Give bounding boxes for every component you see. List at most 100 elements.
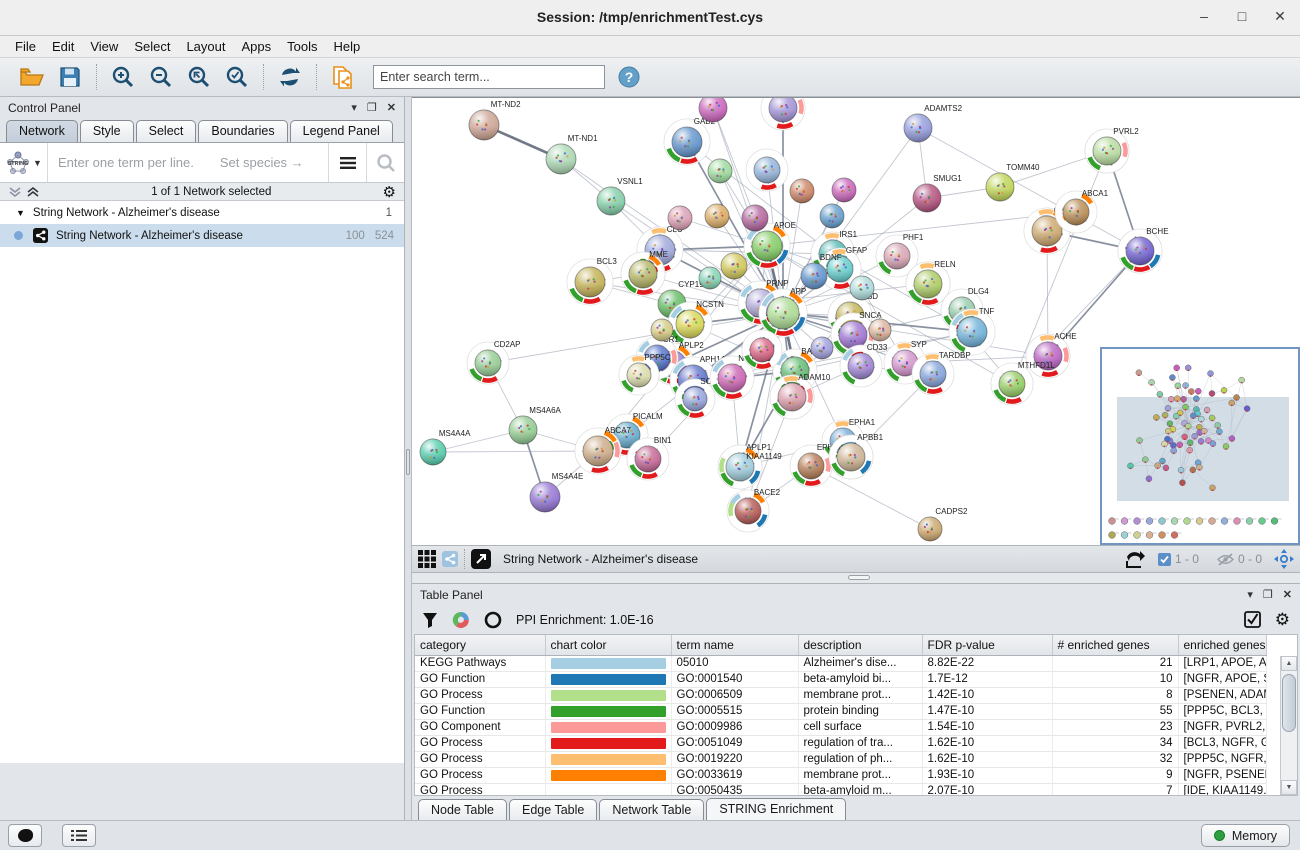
column-header[interactable]: # enriched genes <box>1052 635 1178 655</box>
zoom-out-button[interactable] <box>147 63 175 91</box>
tab-network-table[interactable]: Network Table <box>599 799 704 822</box>
set-species-label[interactable]: Set species → <box>220 155 304 170</box>
graph-node[interactable] <box>721 253 747 279</box>
zoom-selected-button[interactable] <box>223 63 251 91</box>
graph-node-smug1[interactable]: SMUG1 <box>913 174 962 212</box>
graph-node-vsnl1[interactable]: VSNL1 <box>597 177 643 215</box>
donut-chart-icon[interactable] <box>452 611 470 629</box>
horizontal-splitter[interactable] <box>412 573 1300 583</box>
scroll-down-arrow[interactable]: ▼ <box>1281 780 1297 795</box>
graph-node-bace2[interactable]: BACE2 <box>727 488 781 532</box>
string-query-input[interactable]: Enter one term per line. Set species → <box>48 143 328 182</box>
minimize-button[interactable]: – <box>1196 8 1212 25</box>
graph-node-ache[interactable]: ACHE <box>1026 332 1077 378</box>
float-panel-icon[interactable]: ❐ <box>1263 588 1273 601</box>
table-row[interactable]: GO ProcessGO:0050435beta-amyloid m...2.0… <box>415 783 1266 796</box>
float-panel-icon[interactable]: ❐ <box>367 101 377 114</box>
graph-node[interactable] <box>708 159 732 183</box>
graph-node[interactable] <box>699 98 727 122</box>
close-panel-icon[interactable]: ✕ <box>387 101 396 114</box>
copy-network-button[interactable] <box>329 63 357 91</box>
grid-view-icon[interactable] <box>418 550 436 568</box>
menu-layout[interactable]: Layout <box>179 37 232 56</box>
graph-node-tardbp[interactable]: TARDBP <box>912 351 971 395</box>
graph-node-tomm40[interactable]: TOMM40 <box>986 163 1040 201</box>
maximize-button[interactable]: □ <box>1234 8 1250 25</box>
enrichment-table[interactable]: categorychart colorterm namedescriptionF… <box>414 634 1298 796</box>
task-list-button[interactable] <box>62 824 96 847</box>
panel-menu-icon[interactable]: ▾ <box>351 101 357 114</box>
graph-node[interactable] <box>869 319 891 341</box>
graph-node[interactable] <box>761 98 805 130</box>
graph-node-mt-nd2[interactable]: MT-ND2 <box>469 100 521 140</box>
graph-node[interactable] <box>668 206 692 230</box>
vertical-splitter[interactable] <box>405 97 412 820</box>
table-row[interactable]: GO FunctionGO:0005515protein binding1.47… <box>415 703 1266 719</box>
save-session-button[interactable] <box>56 63 84 91</box>
graph-node-bche[interactable]: BCHE <box>1118 227 1169 273</box>
table-row[interactable]: GO ComponentGO:0009986cell surface1.54E-… <box>415 719 1266 735</box>
column-header[interactable]: enriched genes <box>1178 635 1266 655</box>
graph-node-bcl3[interactable]: BCL3 <box>567 257 617 305</box>
filter-icon[interactable] <box>422 612 438 628</box>
open-file-button[interactable] <box>18 63 46 91</box>
node-shape-button[interactable] <box>8 824 42 847</box>
network-options-gear-icon[interactable]: ⚙ <box>383 183 396 201</box>
graph-node-pvrl2[interactable]: PVRL2 <box>1085 127 1139 173</box>
refresh-button[interactable] <box>276 63 304 91</box>
graph-node[interactable] <box>699 267 721 289</box>
menu-file[interactable]: File <box>8 37 43 56</box>
table-row[interactable]: GO ProcessGO:0019220regulation of ph...1… <box>415 751 1266 767</box>
menu-help[interactable]: Help <box>327 37 368 56</box>
column-header[interactable]: chart color <box>545 635 671 655</box>
tab-select[interactable]: Select <box>136 120 197 142</box>
network-collection-row[interactable]: ▼ String Network - Alzheimer's disease 1 <box>0 201 404 224</box>
column-header[interactable]: category <box>415 635 545 655</box>
expand-all-icon[interactable] <box>26 186 40 198</box>
graph-node-cd2ap[interactable]: CD2AP <box>467 340 521 384</box>
table-row[interactable]: GO ProcessGO:0006509membrane prot...1.42… <box>415 687 1266 703</box>
column-header[interactable]: term name <box>671 635 798 655</box>
table-row[interactable]: GO FunctionGO:0001540beta-amyloid bi...1… <box>415 671 1266 687</box>
tab-legend-panel[interactable]: Legend Panel <box>290 120 393 142</box>
graph-node-mme[interactable]: MME <box>621 250 668 296</box>
close-button[interactable]: ✕ <box>1272 8 1288 25</box>
pan-crosshair-icon[interactable] <box>1274 549 1294 569</box>
graph-node[interactable] <box>811 337 833 359</box>
graph-node[interactable] <box>746 149 788 191</box>
table-row[interactable]: GO ProcessGO:0033619membrane prot...1.93… <box>415 767 1266 783</box>
network-canvas[interactable]: MT-ND2MT-ND1VSNL1GAB2ADAMTS2PVRL2TOMM40S… <box>412 97 1300 545</box>
graph-node[interactable] <box>832 178 856 202</box>
string-database-selector[interactable]: STRING ▼ <box>0 143 48 182</box>
graph-node[interactable] <box>705 204 729 228</box>
graph-node-mthfd1l[interactable]: MTHFD1L <box>991 361 1055 405</box>
help-button[interactable]: ? <box>615 63 643 91</box>
detach-view-icon[interactable] <box>471 549 491 569</box>
tree-expand-icon[interactable]: ▼ <box>16 208 25 218</box>
string-options-button[interactable] <box>328 143 366 182</box>
tab-boundaries[interactable]: Boundaries <box>198 120 287 142</box>
graph-node[interactable] <box>742 205 768 231</box>
search-input[interactable] <box>373 65 605 89</box>
menu-select[interactable]: Select <box>127 37 177 56</box>
graph-node-ms4a4a[interactable]: MS4A4A <box>420 429 471 465</box>
graph-node-apbb1[interactable]: APBB1 <box>829 433 884 479</box>
tab-network[interactable]: Network <box>6 120 78 142</box>
graph-node[interactable] <box>742 330 782 370</box>
graph-node-cadps2[interactable]: CADPS2 <box>918 507 968 541</box>
birdseye-navigator[interactable] <box>1100 347 1300 545</box>
scroll-up-arrow[interactable]: ▲ <box>1281 656 1297 671</box>
share-view-icon[interactable] <box>442 551 458 567</box>
menu-tools[interactable]: Tools <box>280 37 324 56</box>
string-search-button[interactable] <box>366 143 404 182</box>
select-all-checkbox-icon[interactable] <box>1244 611 1261 628</box>
menu-edit[interactable]: Edit <box>45 37 81 56</box>
zoom-fit-button[interactable] <box>185 63 213 91</box>
network-row-selected[interactable]: String Network - Alzheimer's disease 100… <box>0 224 404 247</box>
collapse-all-icon[interactable] <box>8 186 22 198</box>
export-network-icon[interactable] <box>1124 549 1146 569</box>
graph-node-abca1[interactable]: ABCA1 <box>1055 189 1109 233</box>
graph-node[interactable] <box>790 179 814 203</box>
table-scrollbar[interactable]: ▲ ▼ <box>1280 656 1297 795</box>
menu-apps[interactable]: Apps <box>235 37 279 56</box>
